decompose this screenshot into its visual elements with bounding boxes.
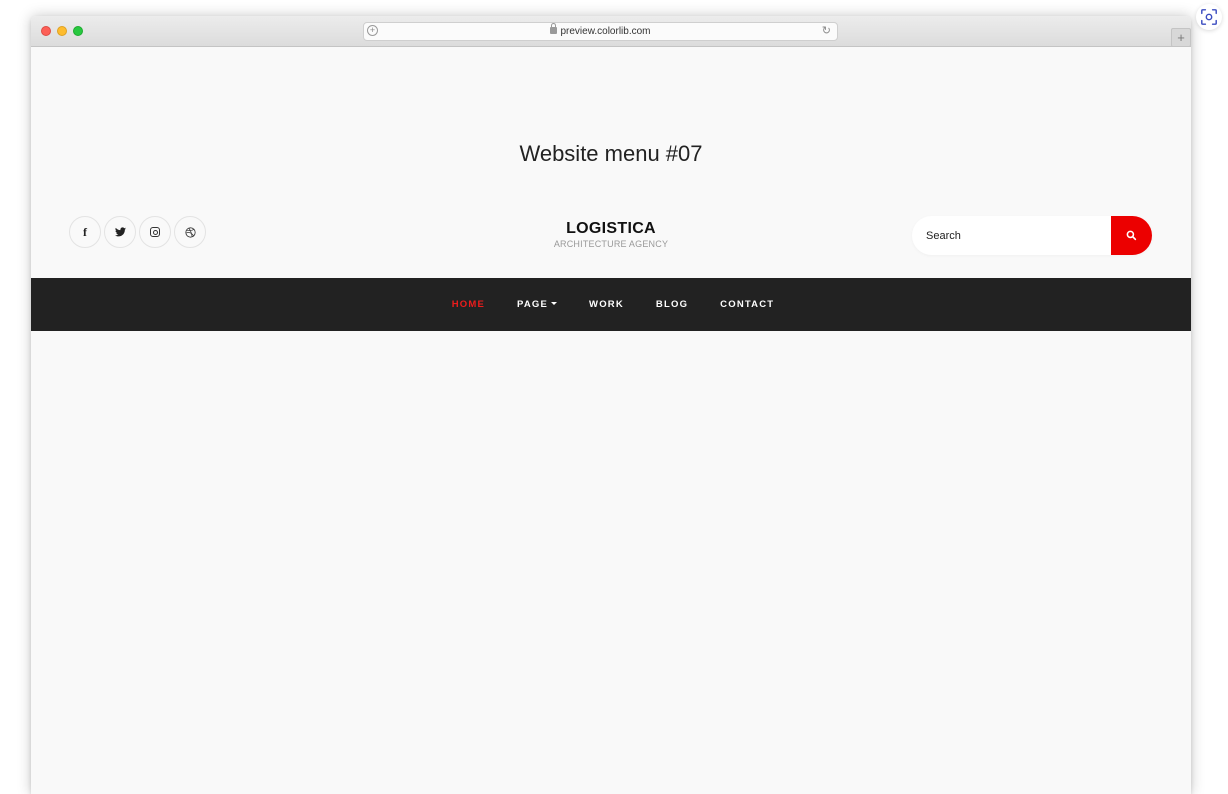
screenshot-capture-icon[interactable] [1196,4,1222,30]
browser-window: preview.colorlib.com ↻ + Website menu #0… [31,16,1191,794]
new-tab-button[interactable]: + [1171,28,1191,47]
search-icon [1126,230,1137,241]
search-form [912,216,1152,255]
lock-icon [550,23,558,34]
url-text: preview.colorlib.com [560,26,651,37]
browser-toolbar: preview.colorlib.com ↻ + [31,16,1191,47]
address-text-wrapper: preview.colorlib.com [364,23,837,37]
search-button[interactable] [1111,216,1152,255]
nav-item-page-label: PAGE [517,299,549,310]
nav-item-contact[interactable]: CONTACT [704,299,790,310]
reload-icon[interactable]: ↻ [822,24,831,37]
nav-item-work[interactable]: WORK [573,299,640,310]
address-bar[interactable]: preview.colorlib.com ↻ [363,22,838,41]
page-title: Website menu #07 [519,141,703,166]
window-controls [41,26,83,36]
privacy-report-icon[interactable]: + [367,25,378,36]
minimize-window-button[interactable] [57,26,67,36]
nav-list: HOME PAGE WORK BLOG CONTACT [434,299,789,310]
main-navbar: HOME PAGE WORK BLOG CONTACT [31,278,1191,331]
search-input[interactable] [912,216,1111,255]
nav-item-blog[interactable]: BLOG [640,299,704,310]
chevron-down-icon [551,301,558,305]
nav-item-home[interactable]: HOME [436,299,501,310]
maximize-window-button[interactable] [73,26,83,36]
capture-icon [1201,9,1217,25]
close-window-button[interactable] [41,26,51,36]
nav-item-page[interactable]: PAGE [501,299,573,310]
